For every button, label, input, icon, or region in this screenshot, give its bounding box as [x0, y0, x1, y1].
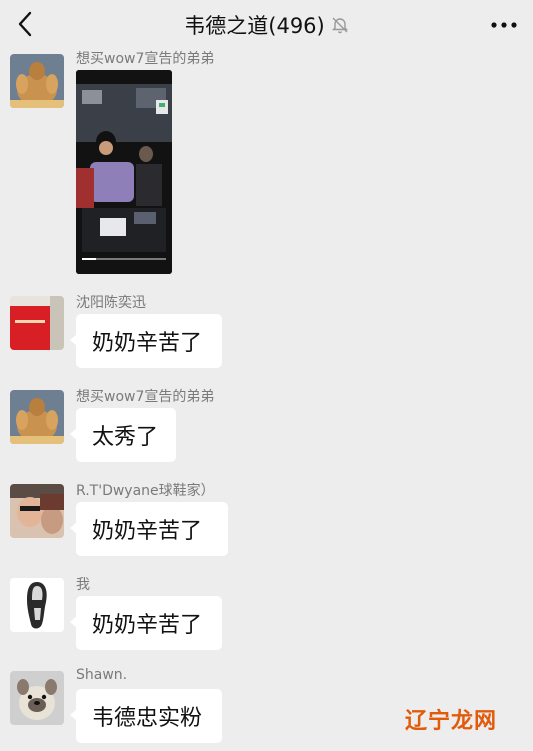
avatar[interactable] [10, 578, 64, 632]
message-item: 想买wow7宣告的弟弟 [0, 50, 533, 280]
more-button[interactable] [489, 12, 519, 38]
avatar[interactable] [10, 54, 64, 108]
sender-name: Shawn. [76, 667, 128, 683]
avatar[interactable] [10, 390, 64, 444]
chevron-left-icon [18, 11, 32, 37]
muscle-avatar-icon [10, 54, 64, 108]
sender-name: 沈阳陈奕迅 [76, 295, 146, 311]
sender-name: 想买wow7宣告的弟弟 [76, 51, 215, 67]
red-shirt-avatar-icon [10, 296, 64, 350]
message-item: 我 奶奶辛苦了 [0, 572, 533, 652]
avatar[interactable] [10, 296, 64, 350]
avatar[interactable] [10, 671, 64, 725]
sender-name: 想买wow7宣告的弟弟 [76, 389, 215, 405]
dog-avatar-icon [10, 671, 64, 725]
bell-off-icon [331, 17, 348, 34]
muscle-avatar-icon [10, 390, 64, 444]
message-bubble[interactable]: 奶奶辛苦了 [70, 596, 222, 650]
back-button[interactable] [10, 9, 40, 39]
chat-title: 韦德之道(496) [184, 14, 325, 38]
message-bubble[interactable]: 奶奶辛苦了 [70, 314, 222, 368]
chat-header: 韦德之道(496) [0, 0, 533, 50]
video-message[interactable] [76, 70, 172, 274]
chat-title-group: 韦德之道(496) [184, 10, 348, 40]
message-item: 沈阳陈奕迅 奶奶辛苦了 [0, 290, 533, 370]
shoe-sole-avatar-icon [10, 578, 64, 632]
message-bubble[interactable]: 太秀了 [70, 408, 176, 462]
selfie-avatar-icon [10, 484, 64, 538]
sender-name: 我 [76, 577, 90, 593]
avatar[interactable] [10, 484, 64, 538]
video-thumbnail-icon [76, 70, 172, 274]
message-item: 想买wow7宣告的弟弟 太秀了 [0, 384, 533, 464]
watermark-logo: 辽宁龙网 [404, 709, 497, 734]
more-dots-icon [491, 22, 517, 28]
message-item: R.T'Dwyane球鞋家） 奶奶辛苦了 [0, 478, 533, 558]
message-bubble[interactable]: 韦德忠实粉 [70, 689, 222, 743]
message-bubble[interactable]: 奶奶辛苦了 [70, 502, 228, 556]
sender-name: R.T'Dwyane球鞋家） [76, 483, 215, 499]
